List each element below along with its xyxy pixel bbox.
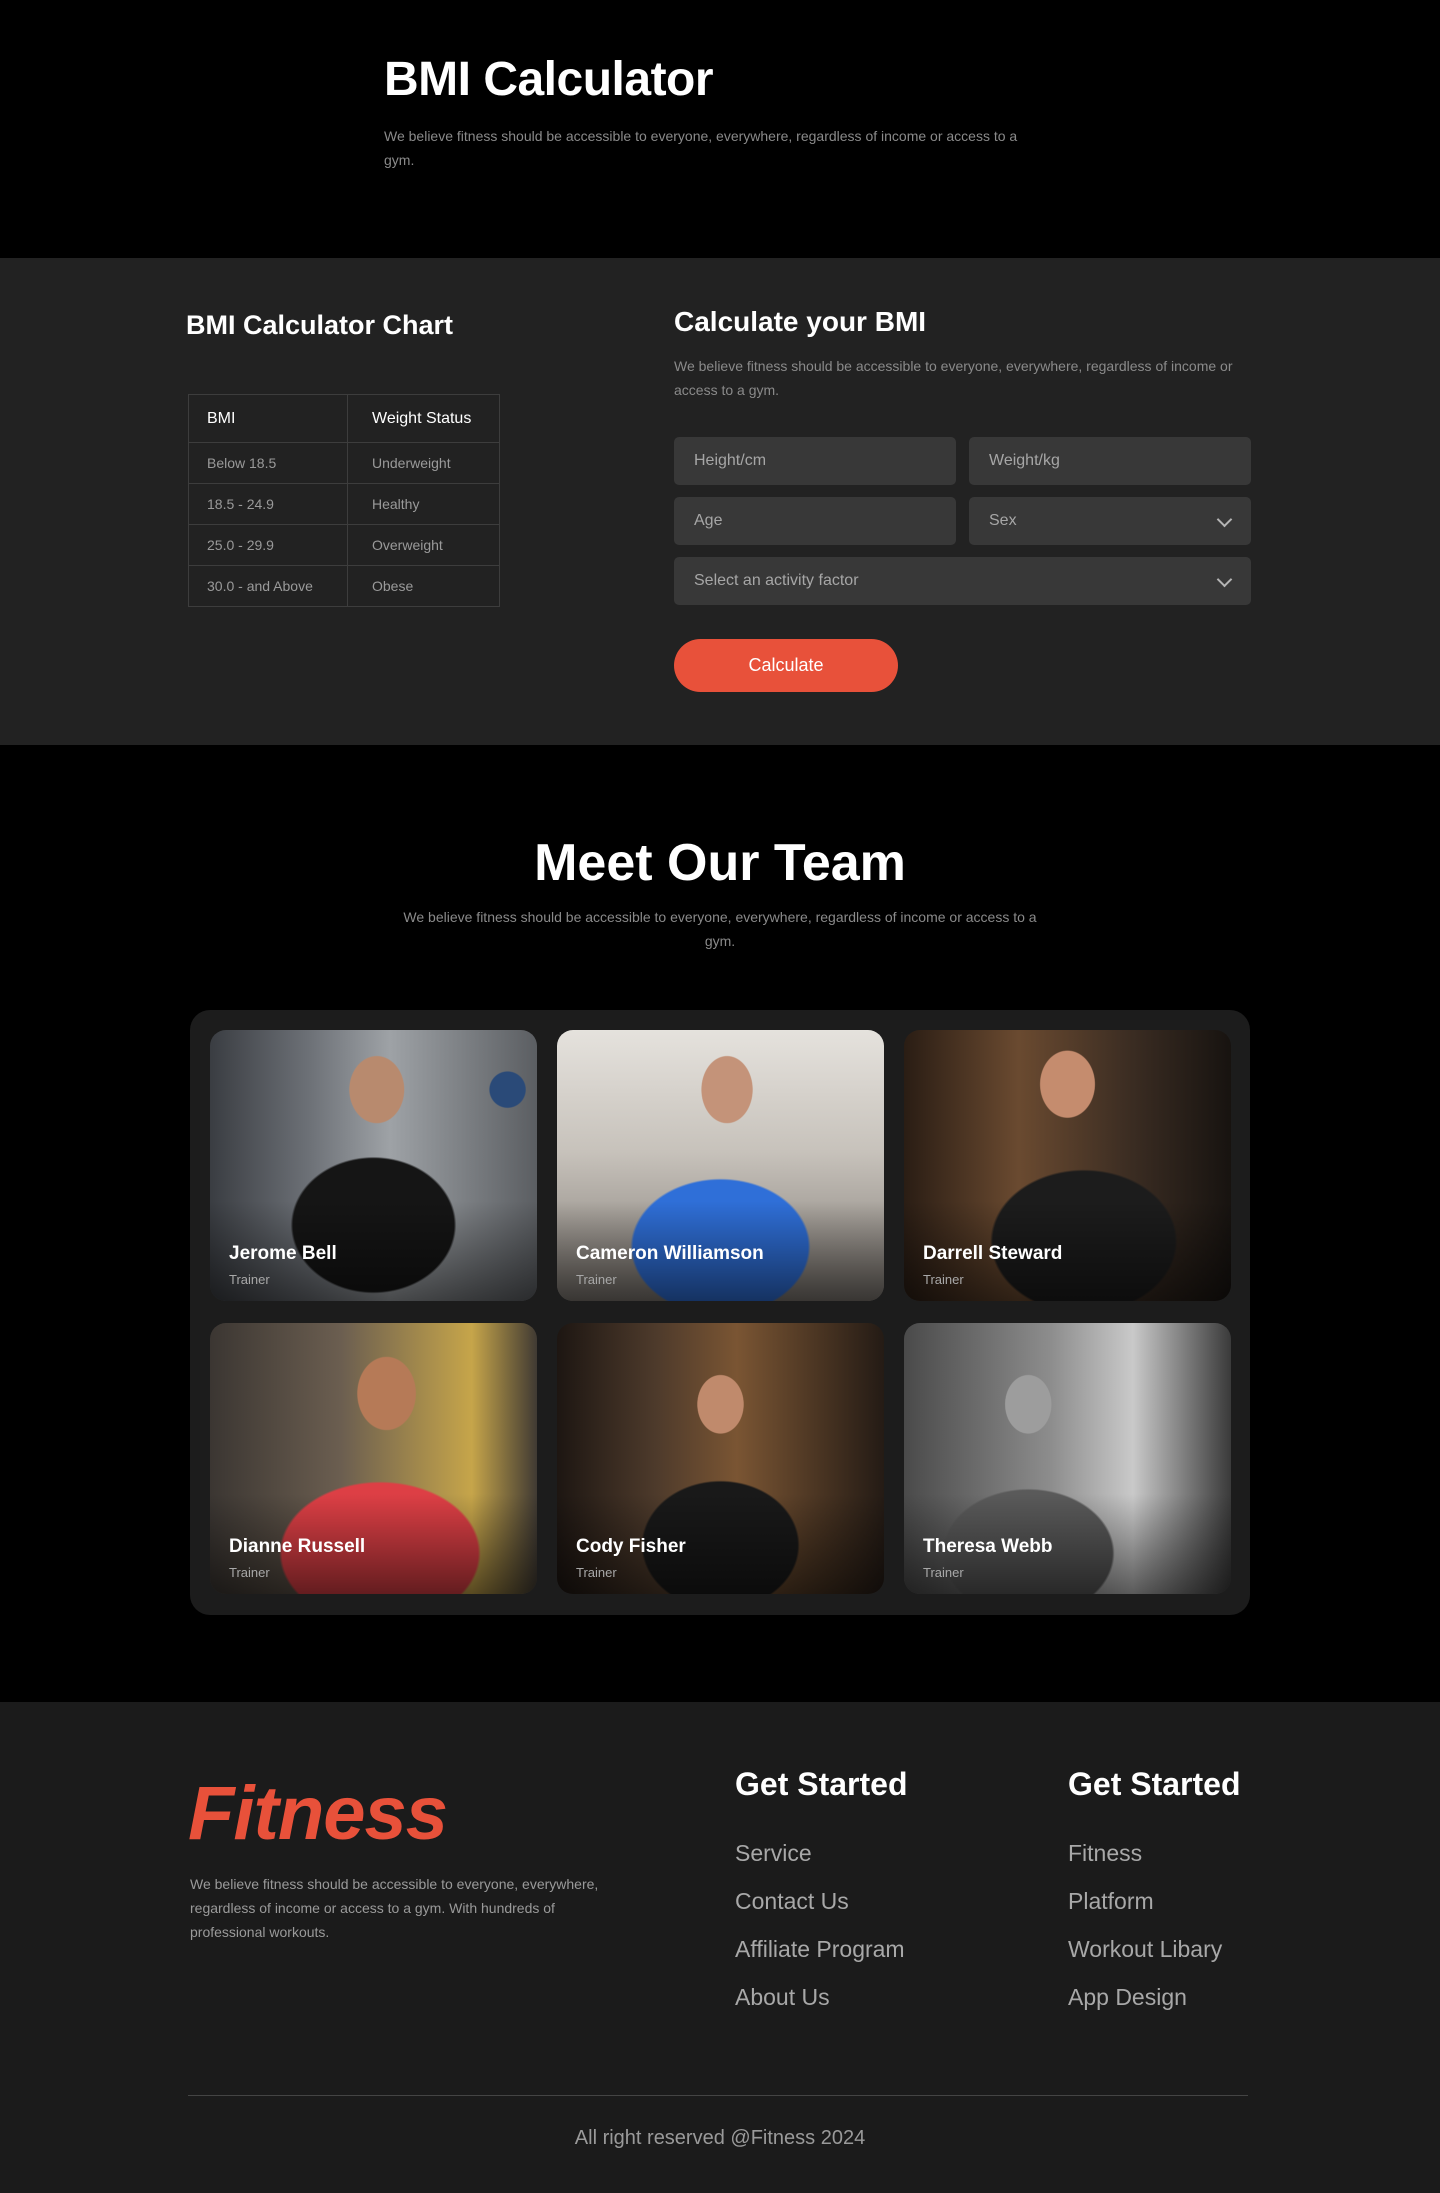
brand-logo[interactable]: Fitness [188,1770,448,1857]
trainer-name: Cameron Williamson [576,1243,764,1264]
footer-column-1: Get Started Service Contact Us Affiliate… [735,1766,907,2021]
column-header-bmi: BMI [188,394,348,443]
trainer-role: Trainer [923,1272,964,1287]
chevron-down-icon [1217,514,1231,528]
table-row: Below 18.5 Underweight [188,442,500,484]
footer-column-2: Get Started Fitness Platform Workout Lib… [1068,1766,1240,2021]
bmi-range-cell: 18.5 - 24.9 [188,483,348,525]
team-title: Meet Our Team [534,834,906,892]
footer-description: We believe fitness should be accessible … [190,1876,599,1940]
team-card[interactable]: Cameron Williamson Trainer [557,1030,884,1301]
trainer-role: Trainer [229,1565,270,1580]
height-input[interactable]: Height/cm [674,437,956,485]
age-input[interactable]: Age [674,497,956,545]
team-card[interactable]: Cody Fisher Trainer [557,1323,884,1594]
bmi-section: BMI Calculator Chart BMI Weight Status B… [0,258,1440,745]
sex-select[interactable]: Sex [969,497,1251,545]
activity-factor-select[interactable]: Select an activity factor [674,557,1251,605]
bmi-chart-title: BMI Calculator Chart [186,310,454,340]
footer-column-title: Get Started [735,1766,908,1802]
footer-link-app-design[interactable]: App Design [1068,1973,1240,2021]
team-section: Meet Our Team We believe fitness should … [0,745,1440,1702]
footer-link-contact-us[interactable]: Contact Us [735,1877,907,1925]
team-card[interactable]: Theresa Webb Trainer [904,1323,1231,1594]
trainer-name: Dianne Russell [229,1536,366,1557]
weight-placeholder: Weight/kg [989,452,1060,469]
weight-status-cell: Obese [347,565,500,607]
trainer-name: Darrell Steward [923,1243,1063,1264]
bmi-range-cell: 25.0 - 29.9 [188,524,348,566]
trainer-name: Cody Fisher [576,1536,686,1557]
hero-section: BMI Calculator We believe fitness should… [0,0,1440,258]
table-row: 25.0 - 29.9 Overweight [188,524,500,566]
weight-status-cell: Underweight [347,442,500,484]
footer-link-affiliate-program[interactable]: Affiliate Program [735,1925,907,1973]
bmi-range-cell: Below 18.5 [188,442,348,484]
sex-select-label: Sex [989,512,1017,529]
trainer-role: Trainer [576,1565,617,1580]
footer-link-platform[interactable]: Platform [1068,1877,1240,1925]
team-card[interactable]: Dianne Russell Trainer [210,1323,537,1594]
page-title: BMI Calculator [384,53,714,106]
hero-description: We believe fitness should be accessible … [384,128,1018,168]
activity-select-label: Select an activity factor [694,572,859,589]
footer-divider [188,2095,1248,2096]
weight-input[interactable]: Weight/kg [969,437,1251,485]
calculator-description: We believe fitness should be accessible … [674,358,1233,398]
team-card[interactable]: Darrell Steward Trainer [904,1030,1231,1301]
table-row: 18.5 - 24.9 Healthy [188,483,500,525]
footer-link-fitness[interactable]: Fitness [1068,1829,1240,1877]
team-grid: Jerome Bell Trainer Cameron Williamson T… [190,1010,1250,1615]
footer-link-service[interactable]: Service [735,1829,907,1877]
trainer-role: Trainer [923,1565,964,1580]
weight-status-cell: Healthy [347,483,500,525]
footer-link-workout-library[interactable]: Workout Libary [1068,1925,1240,1973]
chevron-down-icon [1217,574,1231,588]
team-card[interactable]: Jerome Bell Trainer [210,1030,537,1301]
trainer-role: Trainer [576,1272,617,1287]
copyright-text: All right reserved @Fitness 2024 [574,2127,866,2149]
column-header-weight-status: Weight Status [347,394,500,443]
footer: Fitness We believe fitness should be acc… [0,1702,1440,2193]
calculator-title: Calculate your BMI [674,306,927,337]
calculate-button[interactable]: Calculate [674,639,898,692]
table-row: 30.0 - and Above Obese [188,565,500,607]
trainer-name: Jerome Bell [229,1243,337,1264]
trainer-role: Trainer [229,1272,270,1287]
footer-link-about-us[interactable]: About Us [735,1973,907,2021]
trainer-name: Theresa Webb [923,1536,1053,1557]
bmi-chart-table: BMI Weight Status Below 18.5 Underweight… [188,394,500,607]
height-placeholder: Height/cm [694,452,767,469]
weight-status-cell: Overweight [347,524,500,566]
footer-column-title: Get Started [1068,1766,1241,1802]
table-header-row: BMI Weight Status [188,394,500,443]
age-placeholder: Age [694,512,723,529]
bmi-range-cell: 30.0 - and Above [188,565,348,607]
team-description: We believe fitness should be accessible … [403,909,1037,949]
